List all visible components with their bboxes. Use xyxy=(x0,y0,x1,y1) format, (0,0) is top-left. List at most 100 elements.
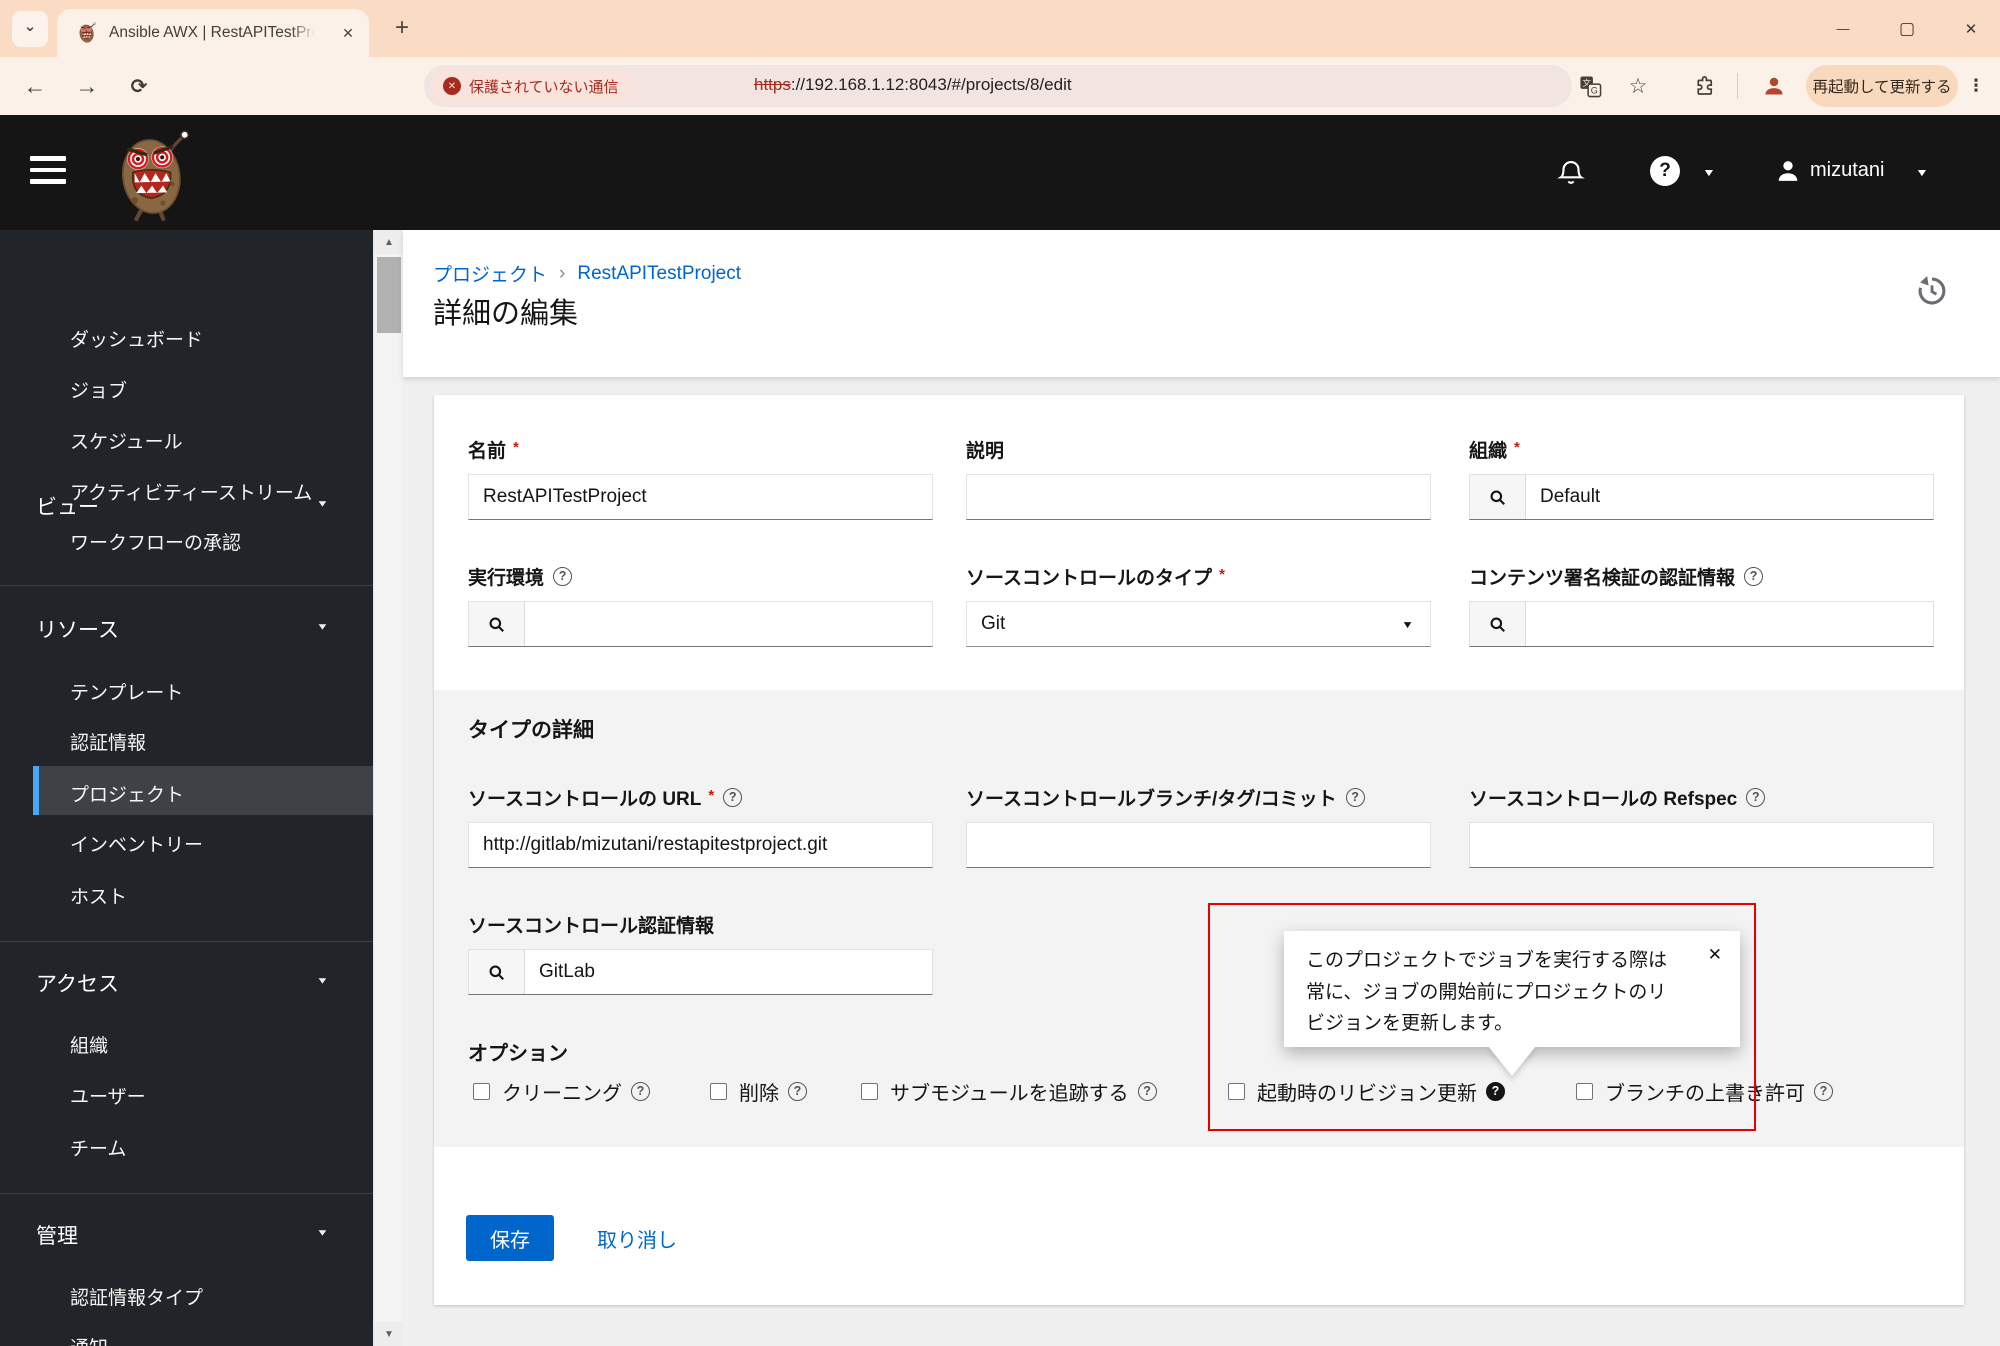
user-icon[interactable] xyxy=(1774,157,1802,185)
chevron-down-icon[interactable] xyxy=(316,496,329,511)
execution-env-input[interactable] xyxy=(525,602,932,646)
chevron-down-icon[interactable] xyxy=(316,1225,329,1240)
select-caret-icon xyxy=(1401,617,1414,632)
description-label: 説明 xyxy=(966,437,1431,461)
help-icon[interactable] xyxy=(1814,1082,1833,1101)
help-icon[interactable] xyxy=(1346,788,1365,807)
help-icon[interactable] xyxy=(1650,156,1680,186)
scrollbar-up-icon[interactable] xyxy=(374,230,404,254)
scrollbar-down-icon[interactable] xyxy=(374,1322,404,1346)
help-icon[interactable] xyxy=(788,1082,807,1101)
signature-credential-label: コンテンツ署名検証の認証情報 xyxy=(1469,564,1934,588)
awx-mascot-logo[interactable] xyxy=(103,123,203,225)
back-icon[interactable] xyxy=(20,71,50,101)
signature-credential-input[interactable] xyxy=(1526,602,1933,646)
sidebar-item-workflow-approvals[interactable]: ワークフローの承認 xyxy=(70,528,241,555)
branch-override-checkbox[interactable] xyxy=(1576,1083,1593,1100)
tab-search-button[interactable] xyxy=(12,11,48,47)
restart-update-button[interactable]: 再起動して更新する xyxy=(1806,65,1958,107)
help-icon-active[interactable] xyxy=(1486,1082,1505,1101)
chevron-down-icon[interactable] xyxy=(316,619,329,634)
help-icon[interactable] xyxy=(1138,1082,1157,1101)
help-icon[interactable] xyxy=(1744,567,1763,586)
window-minimize-button[interactable] xyxy=(1824,11,1862,47)
page-header: プロジェクト RestAPITestProject 詳細の編集 xyxy=(403,230,2000,377)
description-input[interactable] xyxy=(966,474,1431,520)
organization-input[interactable] xyxy=(1526,475,1933,519)
sidebar-item-credentials[interactable]: 認証情報 xyxy=(70,728,146,755)
address-bar[interactable]: 保護されていない通信 https://192.168.1.12:8043/#/p… xyxy=(424,65,1572,107)
option-label: 起動時のリビジョン更新 xyxy=(1257,1077,1477,1106)
sidebar-item-inventories[interactable]: インベントリー xyxy=(70,830,203,857)
option-clean: クリーニング xyxy=(473,1078,650,1104)
help-icon[interactable] xyxy=(723,788,742,807)
tooltip-close-icon[interactable] xyxy=(1708,945,1722,965)
save-button[interactable]: 保存 xyxy=(466,1215,554,1261)
cancel-link[interactable]: 取り消し xyxy=(597,1224,677,1253)
sidebar-item-notifications[interactable]: 通知 xyxy=(70,1333,108,1346)
translate-icon[interactable]: 文G xyxy=(1578,74,1602,98)
sidebar-section-resources[interactable]: リソース xyxy=(36,614,119,644)
window-close-button[interactable] xyxy=(1952,11,1990,47)
scm-credential-search-button[interactable] xyxy=(469,950,525,994)
url-text[interactable]: https://192.168.1.12:8043/#/projects/8/e… xyxy=(754,75,1072,95)
help-dropdown-caret-icon[interactable] xyxy=(1702,164,1716,180)
sidebar-item-teams[interactable]: チーム xyxy=(70,1134,126,1161)
forward-icon[interactable] xyxy=(72,71,102,101)
reload-icon[interactable] xyxy=(124,71,154,101)
sidebar-section-administration[interactable]: 管理 xyxy=(36,1220,78,1250)
profile-avatar-icon[interactable] xyxy=(1762,74,1786,98)
execution-env-search-button[interactable] xyxy=(469,602,525,646)
update-revision-checkbox[interactable] xyxy=(1228,1083,1245,1100)
username-label[interactable]: mizutani xyxy=(1810,159,1884,182)
help-icon[interactable] xyxy=(1746,788,1765,807)
sidebar-item-activity-stream[interactable]: アクティビティーストリーム xyxy=(70,478,312,505)
new-tab-button[interactable] xyxy=(386,12,418,44)
organization-search-button[interactable] xyxy=(1470,475,1526,519)
awx-header: mizutani xyxy=(0,115,2000,230)
sidebar-item-organizations[interactable]: 組織 xyxy=(70,1031,108,1058)
sidebar-item-hosts[interactable]: ホスト xyxy=(70,882,127,909)
sidebar-section-access[interactable]: アクセス xyxy=(36,968,119,998)
breadcrumb-separator-icon xyxy=(547,263,577,285)
tab-close-icon[interactable] xyxy=(337,22,359,44)
name-label: 名前* xyxy=(468,437,933,461)
scm-type-select[interactable]: Git xyxy=(966,601,1431,647)
track-submodules-checkbox[interactable] xyxy=(861,1083,878,1100)
scm-type-value: Git xyxy=(981,613,1005,635)
delete-checkbox[interactable] xyxy=(710,1083,727,1100)
search-icon xyxy=(487,615,506,634)
sidebar-item-templates[interactable]: テンプレート xyxy=(70,678,183,705)
tab-title: Ansible AWX | RestAPITestProjec xyxy=(109,24,321,42)
notifications-bell-icon[interactable] xyxy=(1556,157,1586,187)
user-dropdown-caret-icon[interactable] xyxy=(1915,164,1929,180)
help-icon[interactable] xyxy=(553,567,572,586)
bookmark-star-icon[interactable] xyxy=(1626,74,1650,98)
browser-tab[interactable]: Ansible AWX | RestAPITestProjec xyxy=(57,9,369,57)
sidebar-item-users[interactable]: ユーザー xyxy=(70,1082,146,1109)
help-icon[interactable] xyxy=(631,1082,650,1101)
chevron-down-icon[interactable] xyxy=(316,973,329,988)
extensions-icon[interactable] xyxy=(1692,74,1716,98)
sidebar-item-schedules[interactable]: スケジュール xyxy=(70,427,183,454)
scm-credential-input[interactable] xyxy=(525,950,932,994)
sidebar-item-dashboard[interactable]: ダッシュボード xyxy=(70,325,203,352)
sidebar-item-projects[interactable]: プロジェクト xyxy=(70,780,184,807)
window-maximize-button[interactable] xyxy=(1888,11,1926,47)
browser-menu-icon[interactable] xyxy=(1966,71,1986,101)
nav-toggle-icon[interactable] xyxy=(30,156,68,188)
history-icon[interactable] xyxy=(1915,274,1949,308)
scm-refspec-input[interactable] xyxy=(1469,822,1934,868)
page-scrollbar[interactable] xyxy=(373,230,403,1346)
scm-branch-input[interactable] xyxy=(966,822,1431,868)
not-secure-badge[interactable]: 保護されていない通信 xyxy=(433,71,635,101)
sidebar-item-credential-types[interactable]: 認証情報タイプ xyxy=(70,1283,203,1310)
scrollbar-thumb[interactable] xyxy=(377,257,401,333)
sidebar-item-jobs[interactable]: ジョブ xyxy=(70,376,127,403)
breadcrumb-projects-link[interactable]: プロジェクト xyxy=(433,260,547,287)
scm-url-input[interactable] xyxy=(468,822,933,868)
clean-checkbox[interactable] xyxy=(473,1083,490,1100)
breadcrumb-project-link[interactable]: RestAPITestProject xyxy=(577,263,741,285)
name-input[interactable] xyxy=(468,474,933,520)
signature-credential-search-button[interactable] xyxy=(1470,602,1526,646)
